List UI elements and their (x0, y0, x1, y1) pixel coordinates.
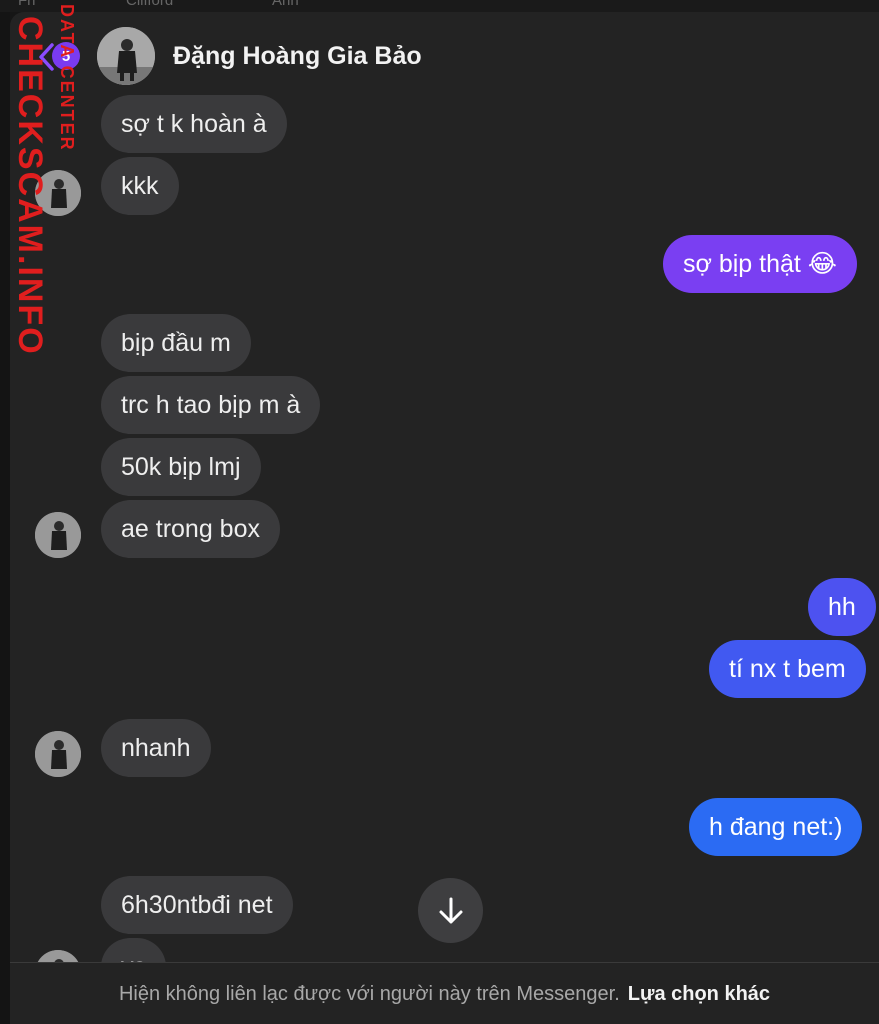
background-tab-label: Clifford (126, 0, 174, 9)
avatar[interactable] (35, 512, 81, 558)
incoming-message-bubble[interactable]: 6h30ntbđi net (101, 876, 293, 934)
avatar[interactable] (97, 27, 155, 85)
contact-name[interactable]: Đặng Hoàng Gia Bảo (173, 42, 422, 71)
outgoing-message-bubble[interactable]: tí nx t bem (709, 640, 866, 698)
arrow-down-icon (439, 897, 462, 923)
person-photo-icon (35, 512, 81, 558)
other-options-link[interactable]: Lựa chọn khác (628, 983, 770, 1006)
background-list-edge (0, 12, 10, 1024)
unavailable-notice-bar: Hiện không liên lạc được với người này t… (10, 962, 879, 1024)
incoming-message-bubble[interactable]: ae trong box (101, 500, 280, 558)
outgoing-message-bubble[interactable]: sợ bịp thật 😂 (663, 235, 858, 293)
incoming-message-bubble[interactable]: 50k bịp lmj (101, 438, 261, 496)
background-tab-strip: Fri Clifford Anh (0, 0, 879, 12)
incoming-message-bubble[interactable]: trc h tao bịp m à (101, 376, 321, 434)
watermark-subtext: DATA CENTER (57, 4, 77, 152)
chat-header: 5 Đặng Hoàng Gia Bảo (10, 12, 879, 102)
incoming-message-bubble[interactable]: kkk (101, 157, 179, 215)
incoming-message-bubble[interactable]: nhanh (101, 719, 211, 777)
avatar[interactable] (35, 731, 81, 777)
unavailable-notice-text: Hiện không liên lạc được với người này t… (118, 982, 620, 1005)
background-tab-label: Anh (272, 0, 299, 9)
outgoing-message-bubble[interactable]: hh (808, 578, 876, 636)
watermark-text: CHECKSCAM.INFO (11, 16, 49, 356)
chat-panel: 5 Đặng Hoàng Gia Bảo sợ t k hoàn à kkk s… (10, 12, 879, 1024)
incoming-message-bubble[interactable]: bịp đầu m (101, 314, 251, 372)
incoming-message-bubble[interactable]: sợ t k hoàn à (101, 95, 287, 153)
person-photo-icon (97, 27, 155, 85)
scroll-to-bottom-button[interactable] (418, 878, 483, 943)
outgoing-message-bubble[interactable]: h đang net:) (689, 798, 863, 856)
background-tab-label: Fri (18, 0, 36, 9)
person-photo-icon (35, 731, 81, 777)
